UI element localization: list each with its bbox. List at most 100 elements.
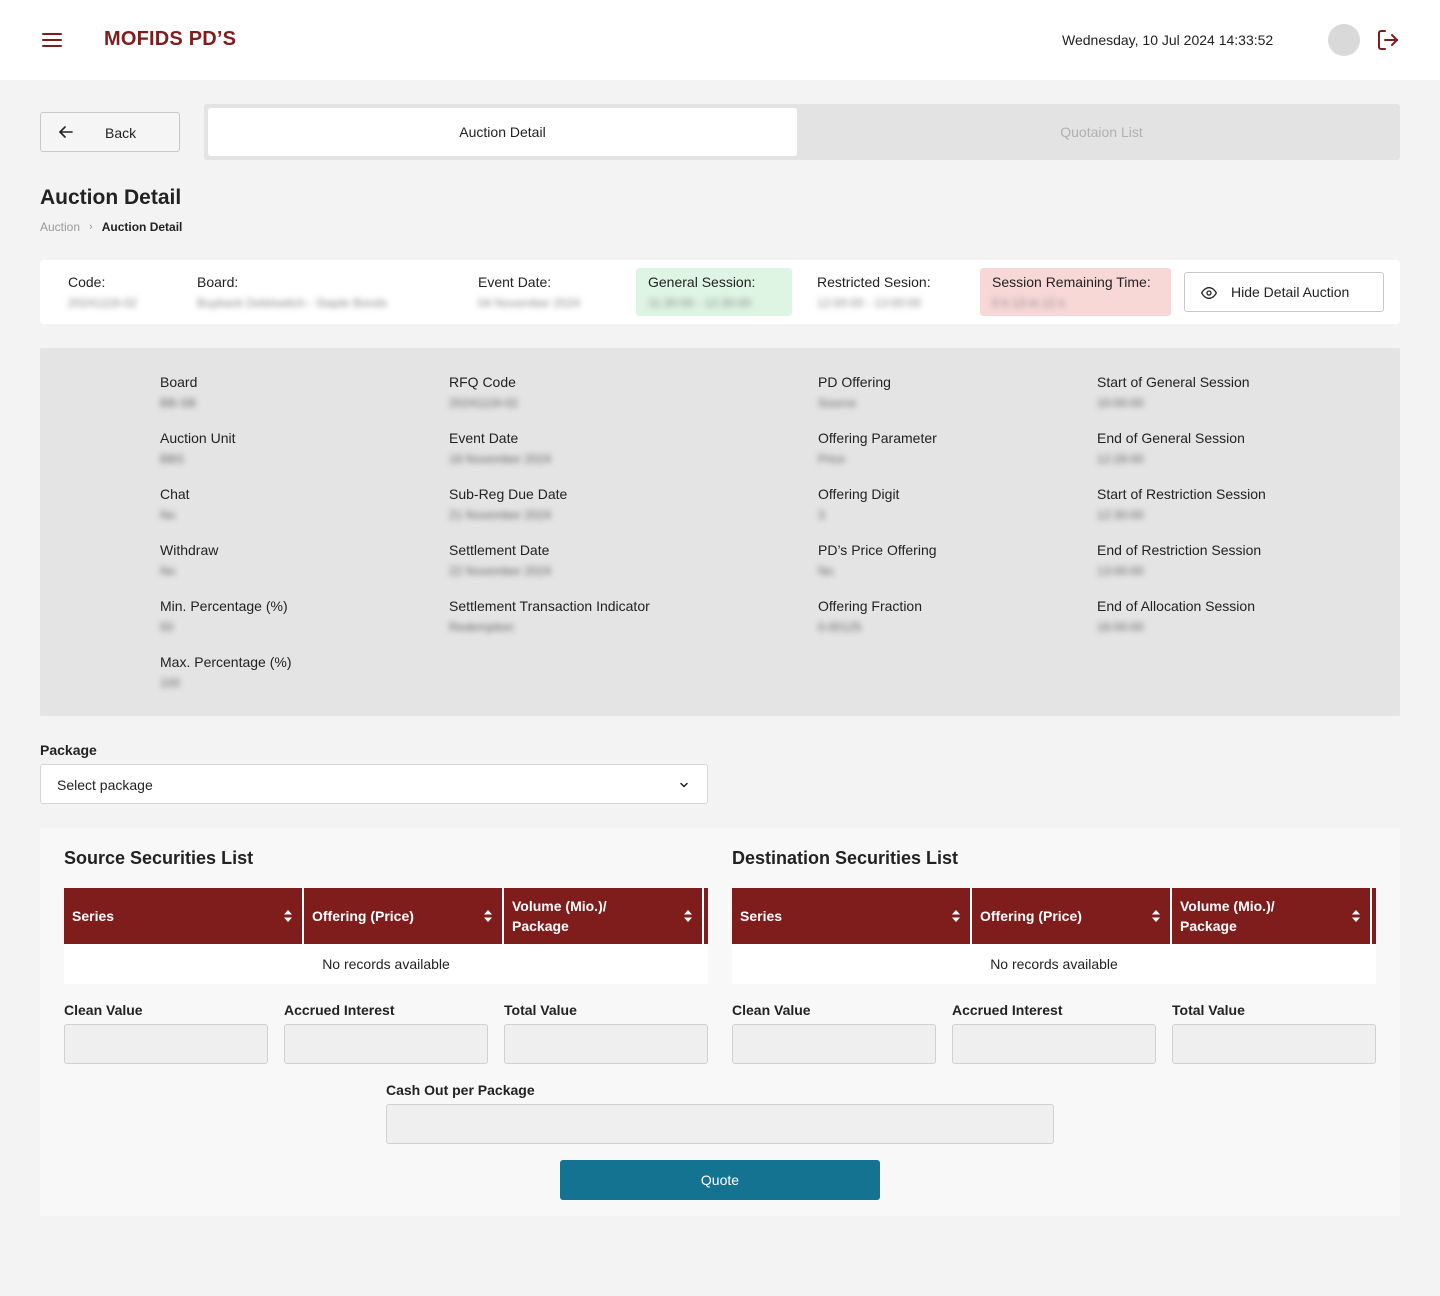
breadcrumb-current: Auction Detail <box>101 220 183 234</box>
destination-empty-row: No records available <box>732 944 1376 984</box>
detail-column-4: Start of General Session 10:00:00 End of … <box>1097 374 1266 654</box>
detail-label: Event Date <box>449 430 519 446</box>
detail-label: End of General Session <box>1097 430 1245 446</box>
sort-icon <box>684 910 692 922</box>
destination-clean-value-label: Clean Value <box>732 1002 811 1018</box>
summary-event-date-label: Event Date: <box>478 274 552 290</box>
column-header-label: Offering (Price) <box>312 908 414 924</box>
sort-icon <box>284 910 292 922</box>
destination-col-volume[interactable]: Volume (Mio.)/ Package <box>1172 888 1372 944</box>
destination-col-series[interactable]: Series <box>732 888 972 944</box>
package-select[interactable]: Select package <box>40 764 708 804</box>
detail-value: No <box>818 564 834 578</box>
source-col-offering[interactable]: Offering (Price) <box>304 888 504 944</box>
detail-pd-price-offering: PD’s Price Offering No <box>818 542 937 598</box>
tab-auction-detail[interactable]: Auction Detail <box>208 108 797 156</box>
logout-icon[interactable] <box>1376 28 1400 52</box>
destination-table-header: Series Offering (Price) Volume (Mio.)/ P… <box>732 888 1376 944</box>
sort-icon <box>952 910 960 922</box>
detail-column-3: PD Offering Source Offering Parameter Pric… <box>818 374 937 654</box>
back-button-label: Back <box>105 125 137 141</box>
detail-pd-offering: PD Offering Source <box>818 374 937 430</box>
summary-board-value: Buyback Debtswitch - Staple Bonds <box>197 296 388 310</box>
destination-securities-title: Destination Securities List <box>732 848 959 868</box>
detail-value: No <box>160 508 176 522</box>
detail-label: Withdraw <box>160 542 219 558</box>
column-header-label: Volume (Mio.)/ Package <box>512 898 607 934</box>
detail-label: Board <box>160 374 198 390</box>
detail-label: RFQ Code <box>449 374 516 390</box>
detail-value: 100 <box>160 676 181 690</box>
detail-value: 13:00:00 <box>1097 564 1144 578</box>
top-bar: MOFIDS PD’S Wednesday, 10 Jul 2024 14:33… <box>0 0 1440 80</box>
destination-accrued-interest-input[interactable] <box>952 1024 1156 1064</box>
detail-label: Chat <box>160 486 190 502</box>
cash-out-label: Cash Out per Package <box>386 1082 535 1098</box>
summary-restricted-session-label: Restricted Sesion: <box>817 274 931 290</box>
column-header-label: Series <box>72 908 115 924</box>
detail-label: Offering Digit <box>818 486 900 502</box>
detail-label: Offering Parameter <box>818 430 937 446</box>
detail-value: No <box>160 564 176 578</box>
destination-accrued-interest-label: Accrued Interest <box>952 1002 1063 1018</box>
detail-end-allocation-session: End of Allocation Session 16:00:00 <box>1097 598 1266 654</box>
detail-auction-unit: Auction Unit BBS <box>160 430 292 486</box>
quote-button[interactable]: Quote <box>560 1160 880 1200</box>
detail-label: End of Restriction Session <box>1097 542 1262 558</box>
auction-summary-bar: Code: 20241119-02 Board: Buyback Debtswi… <box>40 260 1400 324</box>
destination-total-value-input[interactable] <box>1172 1024 1376 1064</box>
source-clean-value-input[interactable] <box>64 1024 268 1064</box>
summary-general-session-label: General Session: <box>648 274 756 290</box>
source-clean-value-label: Clean Value <box>64 1002 143 1018</box>
detail-label: PD’s Price Offering <box>818 542 937 558</box>
detail-settlement-date: Settlement Date 22 November 2024 <box>449 542 650 598</box>
detail-value: 18 November 2024 <box>449 452 552 466</box>
arrow-left-icon <box>59 126 73 138</box>
breadcrumb-auction[interactable]: Auction <box>40 220 80 234</box>
destination-total-value-label: Total Value <box>1172 1002 1245 1018</box>
detail-sub-reg-due-date: Sub-Reg Due Date 21 November 2024 <box>449 486 650 542</box>
page-title: Auction Detail <box>40 186 182 209</box>
tab-quotation-list[interactable]: Quotaion List <box>807 108 1396 156</box>
detail-offering-parameter: Offering Parameter Price <box>818 430 937 486</box>
sort-icon <box>1152 910 1160 922</box>
detail-value: 0.00125 <box>818 620 862 634</box>
summary-code: Code: 20241119-02 <box>68 274 137 310</box>
detail-label: Settlement Transaction Indicator <box>449 598 650 614</box>
detail-label: Start of Restriction Session <box>1097 486 1266 502</box>
detail-value: 16:00:00 <box>1097 620 1144 634</box>
source-col-volume[interactable]: Volume (Mio.)/ Package <box>504 888 704 944</box>
hamburger-menu-icon[interactable] <box>42 33 62 47</box>
source-total-value-input[interactable] <box>504 1024 708 1064</box>
securities-panel: Source Securities List Series Offering (… <box>40 828 1400 1216</box>
back-button[interactable]: Back <box>40 112 180 152</box>
tab-bar: Auction Detail Quotaion List <box>204 104 1400 160</box>
column-header-label: Series <box>740 908 783 924</box>
detail-value: Source <box>818 396 857 410</box>
detail-column-1: Board BB-SB Auction Unit BBS Chat No Withdr… <box>160 374 292 710</box>
current-datetime: Wednesday, 10 Jul 2024 14:33:52 <box>1062 32 1274 48</box>
detail-column-2: RFQ Code 20241119-02 Event Date 18 Novembe… <box>449 374 650 654</box>
detail-label: Min. Percentage (%) <box>160 598 288 614</box>
detail-end-restriction-session: End of Restriction Session 13:00:00 <box>1097 542 1266 598</box>
source-accrued-interest-input[interactable] <box>284 1024 488 1064</box>
detail-label: Start of General Session <box>1097 374 1250 390</box>
detail-value: BBS <box>160 452 185 466</box>
detail-value: 20241119-02 <box>449 396 518 410</box>
destination-col-offering[interactable]: Offering (Price) <box>972 888 1172 944</box>
chevron-down-icon <box>680 782 688 788</box>
brand-title: MOFIDS PD’S <box>104 28 237 50</box>
detail-label: Auction Unit <box>160 430 236 446</box>
source-col-series[interactable]: Series <box>64 888 304 944</box>
column-header-label: Offering (Price) <box>980 908 1082 924</box>
summary-event-date-value: 04 November 2024 <box>478 296 581 310</box>
detail-offering-digit: Offering Digit 3 <box>818 486 937 542</box>
destination-clean-value-input[interactable] <box>732 1024 936 1064</box>
detail-value: 10:00:00 <box>1097 396 1144 410</box>
avatar[interactable] <box>1328 24 1360 56</box>
summary-remaining-time-value: 0 h 13 m 12 s <box>992 296 1065 310</box>
hide-detail-auction-button[interactable]: Hide Detail Auction <box>1184 272 1384 312</box>
sort-icon <box>1352 910 1360 922</box>
package-label: Package <box>40 742 97 758</box>
cash-out-input[interactable] <box>386 1104 1054 1144</box>
